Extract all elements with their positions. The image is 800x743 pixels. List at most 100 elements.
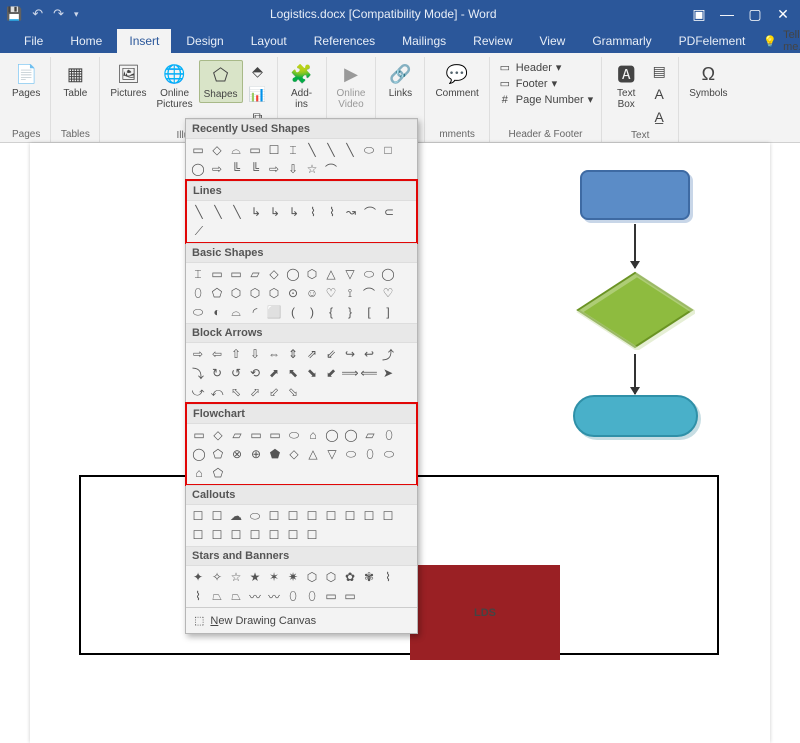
shape-item[interactable]: ☐ <box>266 508 282 524</box>
new-drawing-canvas[interactable]: ⬚New Drawing Canvas <box>186 607 417 633</box>
shape-item[interactable]: ➤ <box>380 365 396 381</box>
shape-item[interactable]: ⬂ <box>285 384 301 400</box>
shape-item[interactable]: ▭ <box>342 588 358 604</box>
shape-item[interactable]: △ <box>323 266 339 282</box>
shape-item[interactable]: ⌂ <box>305 427 321 443</box>
shape-item[interactable]: ☐ <box>361 508 377 524</box>
shape-item[interactable]: ⬜ <box>266 304 282 320</box>
tab-references[interactable]: References <box>302 29 387 53</box>
shape-item[interactable]: ★ <box>247 569 263 585</box>
save-icon[interactable]: 💾 <box>6 6 22 22</box>
shape-item[interactable]: ⌒ <box>323 161 339 177</box>
shape-item[interactable]: ◜ <box>247 304 263 320</box>
shape-item[interactable]: ⇦ <box>209 346 225 362</box>
shape-item[interactable]: ↻ <box>209 365 225 381</box>
shape-item[interactable]: ▭ <box>323 588 339 604</box>
shape-item[interactable]: ⇙ <box>323 346 339 362</box>
shape-item[interactable]: { <box>323 304 339 320</box>
shape-item[interactable]: ⬭ <box>361 142 377 158</box>
pages-button[interactable]: 📄Pages <box>8 60 44 101</box>
minimize-icon[interactable]: — <box>716 6 738 22</box>
shape-item[interactable]: ▱ <box>362 427 378 443</box>
shape-item[interactable]: ⌓ <box>228 304 244 320</box>
shape-item[interactable]: ] <box>380 304 396 320</box>
shape-item[interactable]: ⟲ <box>247 365 263 381</box>
shape-item[interactable]: ⟋ <box>191 223 207 239</box>
shape-item[interactable]: ⇔ <box>266 346 282 362</box>
shape-item[interactable]: ⬯ <box>381 427 397 443</box>
shape-item[interactable]: ⤵ <box>190 365 206 381</box>
shape-item[interactable]: ▭ <box>191 427 207 443</box>
shape-item[interactable]: ⬀ <box>247 384 263 400</box>
quickparts-button[interactable]: ▤ <box>646 60 672 82</box>
shape-item[interactable]: ⌇ <box>305 204 321 220</box>
shape-item[interactable]: ↳ <box>286 204 302 220</box>
shape-item[interactable]: ╚ <box>247 161 263 177</box>
shape-item[interactable]: ▭ <box>190 142 206 158</box>
shape-item[interactable]: ⏢ <box>209 588 225 604</box>
shape-item[interactable]: ⬭ <box>247 508 263 524</box>
shape-item[interactable]: ⇧ <box>228 346 244 362</box>
shape-item[interactable]: ☐ <box>209 508 225 524</box>
shape-item[interactable]: ◐ <box>209 304 225 320</box>
shape-item[interactable]: ⬭ <box>381 446 397 462</box>
tab-mailings[interactable]: Mailings <box>390 29 458 53</box>
shape-item[interactable]: ◯ <box>343 427 359 443</box>
shape-item[interactable]: ↩ <box>361 346 377 362</box>
shape-item[interactable]: ⇩ <box>247 346 263 362</box>
shape-item[interactable]: ⊗ <box>229 446 245 462</box>
page-number-button[interactable]: #Page Number▾ <box>496 92 595 107</box>
shape-item[interactable]: ⬯ <box>304 588 320 604</box>
flowchart-arrow-1[interactable] <box>634 224 636 268</box>
shape-item[interactable]: ☐ <box>323 508 339 524</box>
shape-item[interactable]: ↝ <box>343 204 359 220</box>
shape-item[interactable]: ⬊ <box>304 365 320 381</box>
shape-item[interactable]: ⬡ <box>304 569 320 585</box>
shape-item[interactable]: □ <box>380 142 396 158</box>
shape-item[interactable]: ⬠ <box>209 285 225 301</box>
shape-item[interactable]: ╲ <box>342 142 358 158</box>
symbols-button[interactable]: ΩSymbols <box>685 60 731 101</box>
shape-item[interactable]: ⬈ <box>266 365 282 381</box>
shape-item[interactable]: ☐ <box>285 508 301 524</box>
maximize-icon[interactable]: ▢ <box>744 6 766 23</box>
shape-item[interactable]: [ <box>361 304 377 320</box>
shape-item[interactable]: ⌓ <box>228 142 244 158</box>
shape-item[interactable]: ⇨ <box>190 346 206 362</box>
shape-item[interactable]: ⬭ <box>343 446 359 462</box>
shape-item[interactable]: ☐ <box>380 508 396 524</box>
shape-item[interactable]: ☐ <box>190 527 206 543</box>
flowchart-process-shape[interactable] <box>580 170 690 220</box>
table-button[interactable]: ▦Table <box>57 60 93 101</box>
shape-item[interactable]: ╲ <box>210 204 226 220</box>
shape-item[interactable]: ♡ <box>323 285 339 301</box>
shape-item[interactable]: ╲ <box>304 142 320 158</box>
shape-item[interactable]: ⏢ <box>228 588 244 604</box>
shape-item[interactable]: ▽ <box>342 266 358 282</box>
shape-item[interactable]: ✶ <box>266 569 282 585</box>
shape-item[interactable]: ◇ <box>286 446 302 462</box>
shape-item[interactable]: ⇗ <box>304 346 320 362</box>
shape-item[interactable]: ⤺ <box>209 384 225 400</box>
shape-item[interactable]: ⟹ <box>342 365 358 381</box>
online-pictures-button[interactable]: 🌐Online Pictures <box>152 60 196 112</box>
shape-item[interactable]: ▽ <box>324 446 340 462</box>
shape-item[interactable]: ☐ <box>304 508 320 524</box>
shape-item[interactable]: ⇨ <box>266 161 282 177</box>
pictures-button[interactable]: 🖼Pictures <box>106 60 150 101</box>
shape-item[interactable]: ☆ <box>304 161 320 177</box>
dropcap-button[interactable]: A̲ <box>646 106 672 128</box>
shape-item[interactable]: ⌇ <box>324 204 340 220</box>
shape-item[interactable]: ↺ <box>228 365 244 381</box>
shape-item[interactable]: ☺ <box>304 285 320 301</box>
tab-file[interactable]: File <box>12 29 55 53</box>
flowchart-arrow-2[interactable] <box>634 354 636 394</box>
shape-item[interactable]: ⇨ <box>209 161 225 177</box>
shape-item[interactable]: ⊙ <box>285 285 301 301</box>
addins-button[interactable]: 🧩Add- ins <box>284 60 320 112</box>
shape-item[interactable]: ☐ <box>209 527 225 543</box>
shape-item[interactable]: ◇ <box>266 266 282 282</box>
shape-item[interactable]: ☐ <box>285 527 301 543</box>
shape-item[interactable]: ⬡ <box>266 285 282 301</box>
shape-item[interactable]: ☐ <box>342 508 358 524</box>
